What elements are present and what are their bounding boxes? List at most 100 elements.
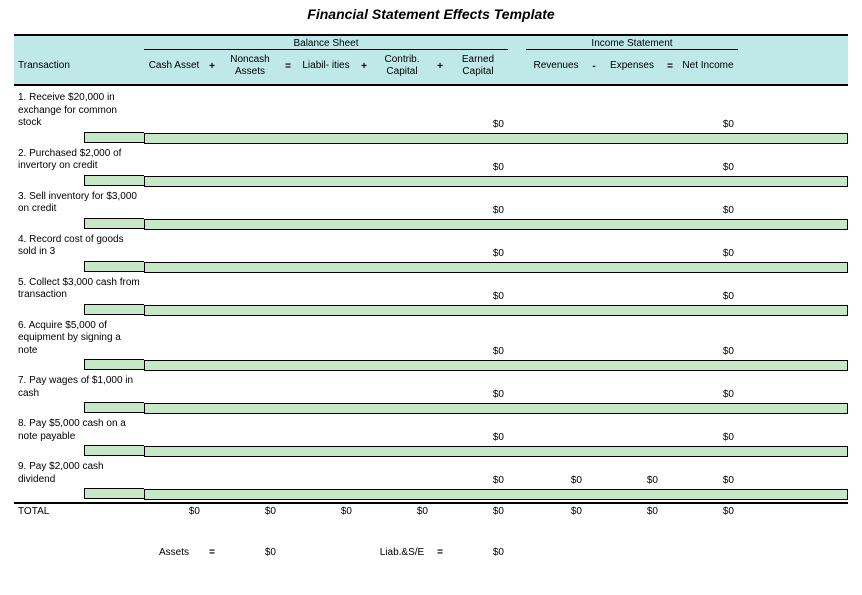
cell-rev[interactable] bbox=[526, 443, 586, 445]
cell-cash[interactable] bbox=[144, 443, 204, 445]
cell-earned[interactable]: $0 bbox=[448, 205, 508, 218]
cell-rev[interactable] bbox=[526, 259, 586, 261]
transaction-text[interactable]: 3. Sell inventory for $3,000 on credit bbox=[14, 189, 144, 218]
cell-exp[interactable] bbox=[602, 400, 662, 402]
cell-noncash[interactable] bbox=[220, 173, 280, 175]
note-field[interactable] bbox=[144, 176, 848, 187]
note-field-left[interactable] bbox=[84, 304, 144, 315]
cell-exp[interactable] bbox=[602, 302, 662, 304]
cell-net[interactable]: $0 bbox=[678, 346, 738, 359]
cell-exp[interactable] bbox=[602, 173, 662, 175]
note-field-left[interactable] bbox=[84, 132, 144, 143]
cell-noncash[interactable] bbox=[220, 216, 280, 218]
note-field[interactable] bbox=[144, 219, 848, 230]
cell-exp[interactable] bbox=[602, 216, 662, 218]
cell-exp[interactable] bbox=[602, 443, 662, 445]
cell-noncash[interactable] bbox=[220, 302, 280, 304]
note-field[interactable] bbox=[144, 403, 848, 414]
cell-liab[interactable] bbox=[296, 486, 356, 488]
note-field-left[interactable] bbox=[84, 445, 144, 456]
note-field[interactable] bbox=[144, 489, 848, 500]
cell-earned[interactable]: $0 bbox=[448, 346, 508, 359]
cell-exp[interactable] bbox=[602, 130, 662, 132]
cell-noncash[interactable] bbox=[220, 400, 280, 402]
cell-exp[interactable]: $0 bbox=[602, 475, 662, 488]
cell-earned[interactable]: $0 bbox=[448, 248, 508, 261]
note-field[interactable] bbox=[144, 305, 848, 316]
cell-cash[interactable] bbox=[144, 357, 204, 359]
transaction-text[interactable]: 7. Pay wages of $1,000 in cash bbox=[14, 373, 144, 402]
cell-cash[interactable] bbox=[144, 486, 204, 488]
cell-net[interactable]: $0 bbox=[678, 389, 738, 402]
cell-net[interactable]: $0 bbox=[678, 248, 738, 261]
transaction-text[interactable]: 2. Purchased $2,000 of invertory on cred… bbox=[14, 146, 144, 175]
cell-earned[interactable]: $0 bbox=[448, 432, 508, 445]
cell-cash[interactable] bbox=[144, 302, 204, 304]
cell-liab[interactable] bbox=[296, 130, 356, 132]
transaction-text[interactable]: 8. Pay $5,000 cash on a note payable bbox=[14, 416, 144, 445]
cell-contrib[interactable] bbox=[372, 400, 432, 402]
cell-noncash[interactable] bbox=[220, 130, 280, 132]
cell-rev[interactable] bbox=[526, 216, 586, 218]
cell-noncash[interactable] bbox=[220, 259, 280, 261]
cell-cash[interactable] bbox=[144, 130, 204, 132]
cell-contrib[interactable] bbox=[372, 443, 432, 445]
note-field-left[interactable] bbox=[84, 175, 144, 186]
note-field[interactable] bbox=[144, 133, 848, 144]
cell-rev[interactable]: $0 bbox=[526, 475, 586, 488]
cell-liab[interactable] bbox=[296, 357, 356, 359]
cell-exp[interactable] bbox=[602, 259, 662, 261]
cell-noncash[interactable] bbox=[220, 486, 280, 488]
cell-noncash[interactable] bbox=[220, 443, 280, 445]
note-field[interactable] bbox=[144, 360, 848, 371]
transaction-text[interactable]: 5. Collect $3,000 cash from transaction bbox=[14, 275, 144, 304]
cell-contrib[interactable] bbox=[372, 216, 432, 218]
cell-net[interactable]: $0 bbox=[678, 475, 738, 488]
cell-exp[interactable] bbox=[602, 357, 662, 359]
cell-contrib[interactable] bbox=[372, 486, 432, 488]
note-field[interactable] bbox=[144, 446, 848, 457]
cell-liab[interactable] bbox=[296, 400, 356, 402]
cell-cash[interactable] bbox=[144, 400, 204, 402]
transaction-text[interactable]: 6. Acquire $5,000 of equipment by signin… bbox=[14, 318, 144, 360]
cell-contrib[interactable] bbox=[372, 173, 432, 175]
cell-rev[interactable] bbox=[526, 173, 586, 175]
cell-contrib[interactable] bbox=[372, 130, 432, 132]
cell-cash[interactable] bbox=[144, 173, 204, 175]
cell-net[interactable]: $0 bbox=[678, 162, 738, 175]
cell-earned[interactable]: $0 bbox=[448, 291, 508, 304]
cell-noncash[interactable] bbox=[220, 357, 280, 359]
cell-contrib[interactable] bbox=[372, 259, 432, 261]
cell-earned[interactable]: $0 bbox=[448, 119, 508, 132]
note-field-left[interactable] bbox=[84, 218, 144, 229]
cell-liab[interactable] bbox=[296, 443, 356, 445]
cell-earned[interactable]: $0 bbox=[448, 162, 508, 175]
cell-earned[interactable]: $0 bbox=[448, 389, 508, 402]
cell-liab[interactable] bbox=[296, 259, 356, 261]
transaction-text[interactable]: 1. Receive $20,000 in exchange for commo… bbox=[14, 90, 144, 132]
cell-cash[interactable] bbox=[144, 259, 204, 261]
cell-liab[interactable] bbox=[296, 216, 356, 218]
cell-net[interactable]: $0 bbox=[678, 119, 738, 132]
cell-earned[interactable]: $0 bbox=[448, 475, 508, 488]
note-field-left[interactable] bbox=[84, 402, 144, 413]
cell-net[interactable]: $0 bbox=[678, 432, 738, 445]
note-field-left[interactable] bbox=[84, 261, 144, 272]
cell-cash[interactable] bbox=[144, 216, 204, 218]
transaction-text[interactable]: 4. Record cost of goods sold in 3 bbox=[14, 232, 144, 261]
note-field-left[interactable] bbox=[84, 488, 144, 499]
transaction-text[interactable]: 9. Pay $2,000 cash dividend bbox=[14, 459, 144, 488]
cell-rev[interactable] bbox=[526, 302, 586, 304]
cell-contrib[interactable] bbox=[372, 357, 432, 359]
cell-rev[interactable] bbox=[526, 400, 586, 402]
cell-contrib[interactable] bbox=[372, 302, 432, 304]
note-field[interactable] bbox=[144, 262, 848, 273]
cell-net[interactable]: $0 bbox=[678, 205, 738, 218]
cell-net[interactable]: $0 bbox=[678, 291, 738, 304]
cell-liab[interactable] bbox=[296, 173, 356, 175]
header-revenues: Revenues bbox=[526, 60, 586, 72]
cell-rev[interactable] bbox=[526, 130, 586, 132]
cell-liab[interactable] bbox=[296, 302, 356, 304]
note-field-left[interactable] bbox=[84, 359, 144, 370]
cell-rev[interactable] bbox=[526, 357, 586, 359]
